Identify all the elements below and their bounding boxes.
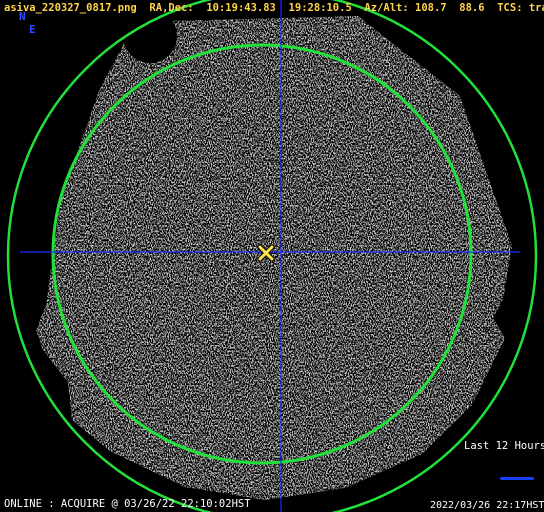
tcs-label: TCS: [497,2,523,14]
az-value: 108.7 [415,2,447,14]
track-legend-label: Last 12 Hours [464,440,544,452]
obstruction-blob [123,9,177,63]
east-label: E [29,23,36,36]
all-sky-image [0,0,544,512]
dec-value: 19:28:10.5 [288,2,352,14]
image-timestamp: 2022/03/26 22:17HST [430,500,544,511]
alt-value: 88.6 [459,2,485,14]
track-legend-line [500,477,534,480]
north-label: N [19,10,26,23]
status-line: ONLINE : ACQUIRE @ 03/26/22 22:10:02HST [4,498,251,510]
ra-value: 10:19:43.83 [206,2,276,14]
radec-label: RA,Dec: [149,2,194,14]
azalt-label: Az/Alt: [364,2,409,14]
header-bar: asiva_220327_0817.png RA,Dec: 10:19:43.8… [4,2,544,14]
tcs-value: track [528,2,544,14]
